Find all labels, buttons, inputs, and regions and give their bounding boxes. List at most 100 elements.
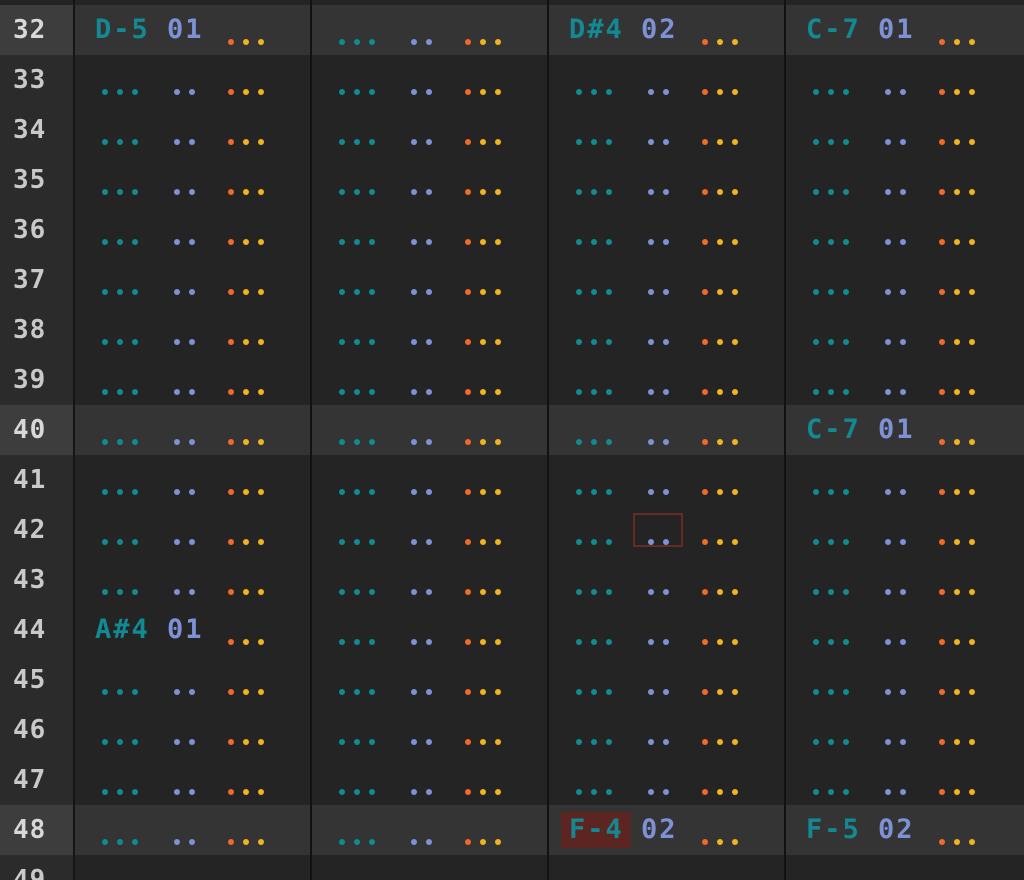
channel-2-cell[interactable] (310, 805, 547, 855)
channel-1-cell[interactable] (73, 805, 310, 855)
channel-3-cell[interactable]: F-4 02 (547, 805, 784, 855)
note-value[interactable]: C-7 (806, 5, 861, 55)
channel-4-cell[interactable] (784, 705, 1024, 755)
channel-4-cell[interactable] (784, 855, 1024, 880)
channel-2-cell[interactable] (310, 555, 547, 605)
channel-4-cell[interactable] (784, 505, 1024, 555)
channel-2-cell[interactable] (310, 205, 547, 255)
channel-4-cell[interactable]: C-7 01 (784, 405, 1024, 455)
channel-1-cell[interactable] (73, 405, 310, 455)
channel-2-cell[interactable] (310, 55, 547, 105)
channel-3-cell[interactable] (547, 155, 784, 205)
empty-dot (648, 239, 654, 245)
channel-3-cell[interactable] (547, 755, 784, 805)
channel-3-cell[interactable] (547, 405, 784, 455)
instrument-value[interactable]: 01 (167, 5, 204, 55)
channel-3-cell[interactable] (547, 605, 784, 655)
channel-2-cell[interactable] (310, 155, 547, 205)
instrument-value[interactable]: 01 (167, 605, 204, 655)
channel-2-cell[interactable] (310, 255, 547, 305)
empty-dot (828, 489, 834, 495)
channel-3-cell[interactable] (547, 305, 784, 355)
channel-1-cell[interactable]: D-5 01 (73, 5, 310, 55)
channel-3-cell[interactable] (547, 55, 784, 105)
channel-4-cell[interactable] (784, 305, 1024, 355)
channel-1-cell[interactable] (73, 155, 310, 205)
instrument-value[interactable]: 02 (641, 5, 678, 55)
instrument-value[interactable]: 01 (878, 5, 915, 55)
channel-2-cell[interactable] (310, 105, 547, 155)
channel-3-cell[interactable] (547, 655, 784, 705)
channel-4-cell[interactable] (784, 755, 1024, 805)
empty-dot (663, 689, 669, 695)
pattern-row: 47 (0, 755, 1024, 805)
channel-4-cell[interactable] (784, 355, 1024, 405)
channel-2-cell[interactable] (310, 605, 547, 655)
channel-1-cell[interactable] (73, 505, 310, 555)
note-value[interactable]: F-4 (569, 805, 624, 855)
channel-1-cell[interactable] (73, 205, 310, 255)
channel-2-cell[interactable] (310, 755, 547, 805)
channel-1-cell[interactable] (73, 355, 310, 405)
empty-dot (117, 89, 123, 95)
empty-dot (174, 539, 180, 545)
channel-3-cell[interactable] (547, 205, 784, 255)
channel-3-cell[interactable] (547, 855, 784, 880)
channel-3-cell[interactable] (547, 505, 784, 555)
pattern-editor[interactable]: 32 D-5 01 D#4 02 C-7 01 33 34 35 36 37 38 39 40 C-7 01 41… (0, 0, 1024, 880)
channel-4-cell[interactable] (784, 555, 1024, 605)
channel-2-cell[interactable] (310, 405, 547, 455)
channel-2-cell[interactable] (310, 5, 547, 55)
channel-1-cell[interactable] (73, 255, 310, 305)
empty-dot (102, 439, 108, 445)
channel-1-cell[interactable] (73, 455, 310, 505)
channel-3-cell[interactable] (547, 705, 784, 755)
channel-2-cell[interactable] (310, 305, 547, 355)
channel-4-cell[interactable]: F-5 02 (784, 805, 1024, 855)
empty-dot (663, 739, 669, 745)
channel-3-cell[interactable] (547, 455, 784, 505)
channel-4-cell[interactable] (784, 205, 1024, 255)
empty-dot (174, 89, 180, 95)
empty-dot (954, 839, 960, 845)
channel-4-cell[interactable] (784, 105, 1024, 155)
channel-1-cell[interactable]: A#4 01 (73, 605, 310, 655)
instrument-value[interactable]: 01 (878, 405, 915, 455)
channel-1-cell[interactable] (73, 555, 310, 605)
channel-1-cell[interactable] (73, 755, 310, 805)
channel-1-cell[interactable] (73, 705, 310, 755)
note-value[interactable]: A#4 (95, 605, 150, 655)
channel-3-cell[interactable] (547, 355, 784, 405)
empty-volume (702, 189, 738, 195)
channel-1-cell[interactable] (73, 855, 310, 880)
channel-4-cell[interactable]: C-7 01 (784, 5, 1024, 55)
empty-dot (354, 789, 360, 795)
channel-2-cell[interactable] (310, 455, 547, 505)
empty-volume (939, 839, 975, 845)
channel-1-cell[interactable] (73, 655, 310, 705)
channel-3-cell[interactable] (547, 105, 784, 155)
channel-3-cell[interactable] (547, 255, 784, 305)
channel-2-cell[interactable] (310, 655, 547, 705)
channel-3-cell[interactable]: D#4 02 (547, 5, 784, 55)
note-value[interactable]: D-5 (95, 5, 150, 55)
channel-1-cell[interactable] (73, 55, 310, 105)
channel-3-cell[interactable] (547, 555, 784, 605)
channel-4-cell[interactable] (784, 155, 1024, 205)
note-value[interactable]: F-5 (806, 805, 861, 855)
channel-2-cell[interactable] (310, 505, 547, 555)
channel-4-cell[interactable] (784, 55, 1024, 105)
instrument-value[interactable]: 02 (641, 805, 678, 855)
note-value[interactable]: D#4 (569, 5, 624, 55)
channel-4-cell[interactable] (784, 455, 1024, 505)
channel-1-cell[interactable] (73, 105, 310, 155)
channel-2-cell[interactable] (310, 855, 547, 880)
channel-4-cell[interactable] (784, 655, 1024, 705)
channel-4-cell[interactable] (784, 605, 1024, 655)
note-value[interactable]: C-7 (806, 405, 861, 455)
channel-1-cell[interactable] (73, 305, 310, 355)
channel-4-cell[interactable] (784, 255, 1024, 305)
channel-2-cell[interactable] (310, 355, 547, 405)
channel-2-cell[interactable] (310, 705, 547, 755)
instrument-value[interactable]: 02 (878, 805, 915, 855)
